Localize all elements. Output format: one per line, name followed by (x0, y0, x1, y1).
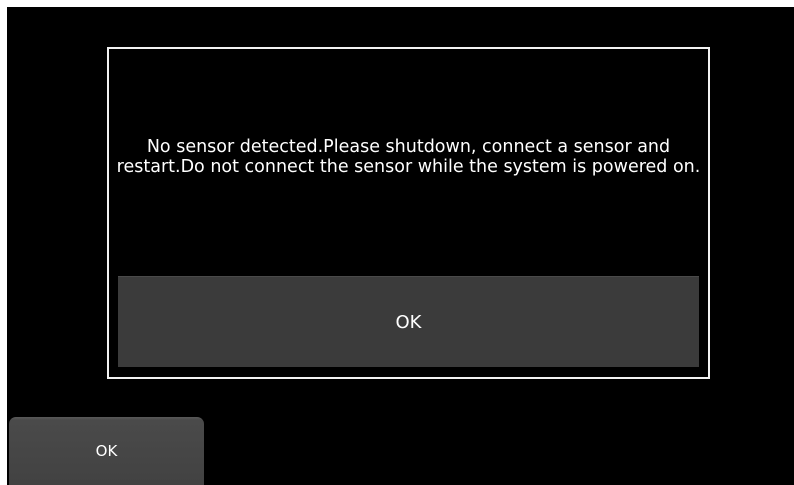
sensor-error-dialog: No sensor detected.Please shutdown, conn… (107, 47, 710, 379)
device-screen: No sensor detected.Please shutdown, conn… (7, 7, 794, 485)
footer-ok-button[interactable]: OK (9, 417, 204, 485)
dialog-ok-button[interactable]: OK (118, 276, 699, 367)
dialog-message: No sensor detected.Please shutdown, conn… (116, 137, 701, 177)
